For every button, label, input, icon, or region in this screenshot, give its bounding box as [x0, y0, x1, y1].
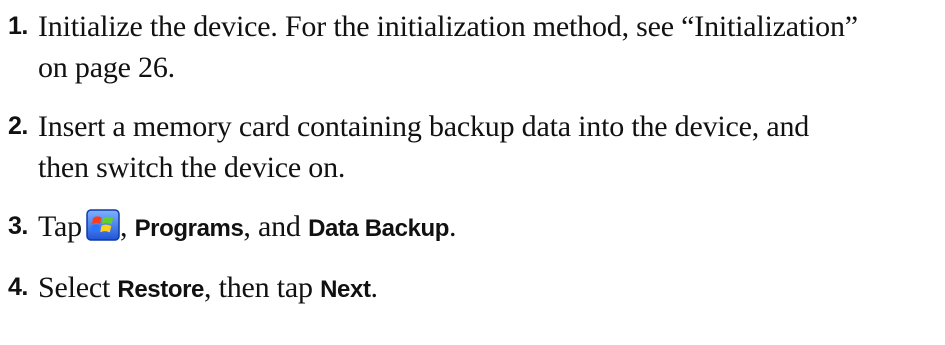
tap-text: Tap: [38, 210, 82, 243]
then-tap-text: , then tap: [204, 271, 313, 304]
data-backup-label: Data Backup: [308, 215, 450, 242]
and-text: , and: [243, 210, 301, 243]
step-4: 4. Select Restore, then tap Next.: [8, 267, 938, 310]
step-text-line: then switch the device on.: [38, 151, 346, 184]
step-text-line: Tap , Programs, and Data Backup.: [38, 206, 938, 249]
step-2: 2. Insert a memory card containing backu…: [8, 106, 938, 188]
next-label: Next: [320, 276, 371, 303]
select-text: Select: [38, 271, 111, 304]
separator-text: ,: [119, 210, 128, 243]
instruction-steps: 1. Initialize the device. For the initia…: [8, 6, 938, 310]
restore-label: Restore: [117, 276, 204, 303]
step-number: 1.: [8, 12, 28, 40]
period-text: .: [449, 210, 457, 243]
programs-label: Programs: [134, 215, 244, 242]
step-number: 2.: [8, 112, 28, 140]
step-text-line: on page 26.: [38, 51, 175, 84]
period-text: .: [370, 271, 379, 304]
windows-start-icon: [86, 209, 120, 241]
step-number: 3.: [8, 212, 28, 240]
step-text-line: Initialize the device. For the initializ…: [38, 10, 858, 43]
step-3: 3. Tap , Programs, and Data Backup.: [8, 206, 938, 249]
step-text-line: Select Restore, then tap Next.: [38, 267, 938, 310]
step-1: 1. Initialize the device. For the initia…: [8, 6, 938, 88]
step-number: 4.: [8, 273, 28, 301]
step-text-line: Insert a memory card containing backup d…: [38, 110, 810, 143]
